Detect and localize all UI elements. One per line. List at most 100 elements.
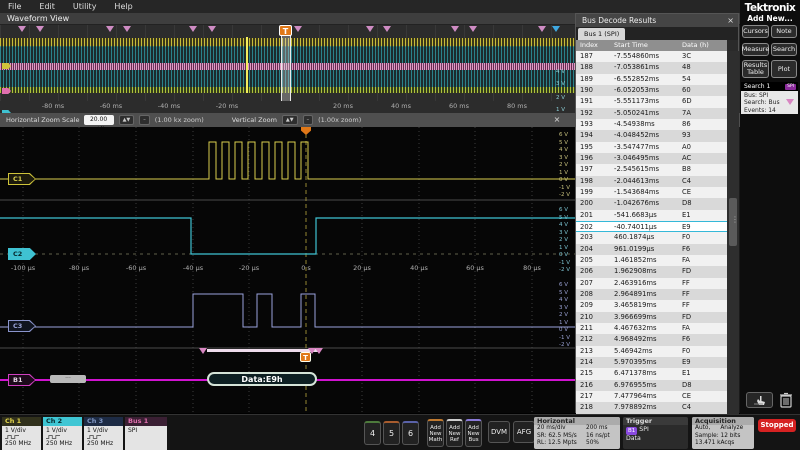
search-marker-icon[interactable]: [106, 26, 114, 32]
table-row[interactable]: 2103.966699msFD: [576, 312, 727, 323]
table-row[interactable]: 187-7.554860ms3C: [576, 51, 727, 62]
add-new-bus-button[interactable]: Add New Bus: [465, 419, 482, 447]
cell-data: F0: [682, 346, 690, 357]
afg-button[interactable]: AFG: [513, 421, 535, 443]
search-marker-icon[interactable]: [123, 26, 131, 32]
channel-4-button[interactable]: 4: [364, 421, 381, 445]
dvm-button[interactable]: DVM: [488, 421, 510, 443]
table-row[interactable]: 2177.477964msCE: [576, 391, 727, 402]
table-row[interactable]: 191-5.551173ms6D: [576, 96, 727, 107]
results-scrollbar[interactable]: [727, 51, 739, 414]
vertical-zoom-fine-button[interactable]: –: [303, 115, 314, 125]
close-icon[interactable]: ×: [727, 14, 734, 27]
search-marker-icon[interactable]: [451, 26, 459, 32]
table-row[interactable]: 2114.467632msFA: [576, 323, 727, 334]
search-marker-icon[interactable]: [538, 26, 546, 32]
table-row[interactable]: 2187.978892msC4: [576, 402, 727, 413]
add-new-math-button[interactable]: Add New Math: [427, 419, 444, 447]
channel-badge-ch2[interactable]: Ch 21 V/div250 MHz: [43, 417, 82, 450]
touch-mode-button[interactable]: [746, 392, 773, 408]
add-new-ref-button[interactable]: Add New Ref: [446, 419, 463, 447]
table-row[interactable]: 203460.1874µsF0: [576, 232, 727, 243]
table-row[interactable]: 2082.964891msFF: [576, 289, 727, 300]
table-row[interactable]: 193-4.54938ms86: [576, 119, 727, 130]
column-header-data[interactable]: Data (h): [682, 40, 709, 51]
search-marker-icon[interactable]: [18, 26, 26, 32]
search-marker-icon[interactable]: [294, 26, 302, 32]
table-row[interactable]: 190-6.052053ms60: [576, 85, 727, 96]
horizontal-panel[interactable]: Horizontal 20 ms/div 200 ms SR: 62.5 MS/…: [534, 417, 620, 449]
vertical-zoom-readout: (1.00x zoom): [318, 116, 361, 124]
bus-1-badge[interactable]: Bus 1 SPI: [125, 417, 167, 450]
table-row[interactable]: 201-541.6683µsE1: [576, 210, 727, 221]
table-row[interactable]: 2145.970395msE9: [576, 357, 727, 368]
cell-start-time: -4.048452ms: [614, 130, 659, 141]
search-marker-icon[interactable]: [366, 26, 374, 32]
vscale-label: -2 V: [559, 192, 570, 198]
trigger-panel[interactable]: Trigger B1 SPI Data: [623, 417, 688, 449]
table-row[interactable]: 188-7.053861ms48: [576, 62, 727, 73]
bus-controls-button[interactable]: ···: [50, 375, 86, 383]
table-row[interactable]: 196-3.046495msAC: [576, 153, 727, 164]
table-row[interactable]: 198-2.044613msC4: [576, 176, 727, 187]
channel-badge-ch1[interactable]: Ch 11 V/div250 MHz: [2, 417, 41, 450]
search-marker-icon[interactable]: [189, 26, 197, 32]
measure-button[interactable]: Measure: [742, 43, 769, 56]
trigger-badge[interactable]: T: [300, 352, 311, 362]
cursors-button[interactable]: Cursors: [742, 25, 769, 38]
table-row[interactable]: 192-5.050241ms7A: [576, 108, 727, 119]
table-row[interactable]: 2072.463916msFF: [576, 278, 727, 289]
cell-start-time: 7.477964ms: [614, 391, 657, 402]
stopped-button[interactable]: Stopped: [758, 419, 796, 432]
table-row[interactable]: 197-2.545615msB8: [576, 164, 727, 175]
table-row[interactable]: 189-6.552852ms54: [576, 74, 727, 85]
search-ab-marker-icon[interactable]: [552, 26, 560, 32]
results-table-header: Index Start Time Data (h): [576, 40, 727, 51]
column-header-index[interactable]: Index: [580, 40, 598, 51]
tab-bus1-spi[interactable]: Bus 1 (SPI): [578, 28, 625, 40]
table-row[interactable]: 2093.465819msFF: [576, 300, 727, 311]
zoom-window-handle[interactable]: [281, 28, 291, 101]
table-row[interactable]: 2156.471378msE1: [576, 368, 727, 379]
plot-button[interactable]: Plot: [771, 60, 797, 78]
table-row[interactable]: 195-3.547477msA0: [576, 142, 727, 153]
table-row[interactable]: 2166.976955msD8: [576, 380, 727, 391]
table-row[interactable]: 2061.962908msFD: [576, 266, 727, 277]
column-header-start-time[interactable]: Start Time: [614, 40, 648, 51]
bus-decode-results-header[interactable]: Bus Decode Results ×: [576, 14, 738, 27]
vertical-zoom-stepper[interactable]: ▲▼: [282, 115, 298, 125]
cell-data: AC: [682, 153, 691, 164]
results-table-button[interactable]: Results Table: [742, 60, 769, 78]
zoom-close-icon[interactable]: ×: [552, 115, 562, 125]
trigger-position-marker[interactable]: T: [279, 25, 292, 36]
trash-button[interactable]: [778, 391, 794, 409]
scrollbar-thumb[interactable]: [729, 198, 737, 246]
search-marker-icon[interactable]: [208, 26, 216, 32]
record-length: RL: 12.5 Mpts: [537, 440, 577, 448]
horizontal-zoom-fine-button[interactable]: –: [139, 115, 150, 125]
menu-item-utility[interactable]: Utility: [73, 2, 97, 11]
table-row[interactable]: 194-4.048452ms93: [576, 130, 727, 141]
horizontal-zoom-scale-value[interactable]: 20.00 us/div: [84, 115, 114, 125]
table-row[interactable]: 2124.968492msF6: [576, 334, 727, 345]
acquisition-panel[interactable]: Acquisition Auto,Analyze Sample: 12 bits…: [692, 417, 754, 449]
search-button[interactable]: Search: [771, 43, 797, 56]
menu-item-edit[interactable]: Edit: [39, 2, 55, 11]
search-1-card[interactable]: Search 1 SPI Bus: SPI Search: Bus Events…: [741, 82, 798, 114]
channel-badge-ch3[interactable]: Ch 31 V/div250 MHz: [84, 417, 123, 450]
channel-6-button[interactable]: 6: [402, 421, 419, 445]
search-marker-icon[interactable]: [383, 26, 391, 32]
menu-item-help[interactable]: Help: [114, 2, 132, 11]
table-row[interactable]: 204961.0199µsF6: [576, 244, 727, 255]
channel-5-button[interactable]: 5: [383, 421, 400, 445]
note-button[interactable]: Note: [771, 25, 797, 38]
table-row[interactable]: 199-1.543684msCE: [576, 187, 727, 198]
table-row[interactable]: 2051.461852msFA: [576, 255, 727, 266]
table-row[interactable]: 202-40.74011µsE9: [576, 221, 727, 232]
table-row[interactable]: 200-1.042676msD8: [576, 198, 727, 209]
search-marker-icon[interactable]: [469, 26, 477, 32]
horizontal-zoom-stepper[interactable]: ▲▼: [119, 115, 135, 125]
search-marker-icon[interactable]: [36, 26, 44, 32]
table-row[interactable]: 2135.46942msF0: [576, 346, 727, 357]
menu-item-file[interactable]: File: [8, 2, 21, 11]
